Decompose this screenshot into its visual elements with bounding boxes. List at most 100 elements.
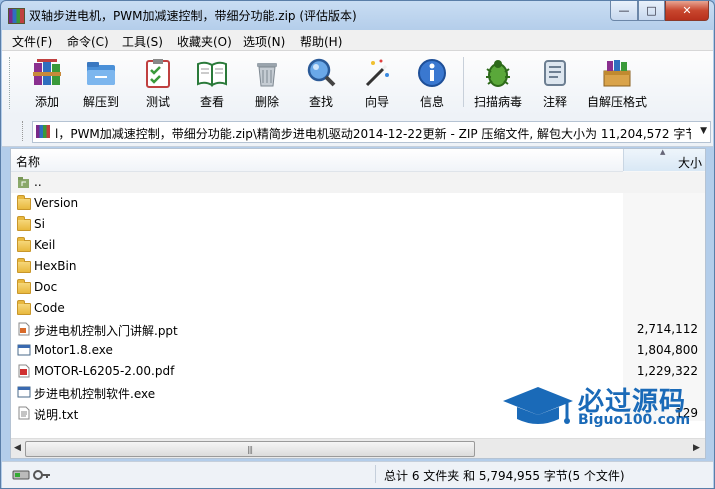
virus-bug-icon: [486, 60, 510, 87]
list-item[interactable]: Motor1.8.exe 1,804,800: [11, 340, 698, 361]
title-bar[interactable]: 双轴步进电机，PWM加减速控制，带细分功能.zip (评估版本) — □ ✕: [1, 1, 714, 29]
minimize-button[interactable]: —: [610, 1, 638, 21]
info-icon: [418, 59, 446, 87]
sort-ascending-icon: ▲: [660, 148, 666, 156]
list-item[interactable]: Doc: [11, 277, 623, 298]
exe-file-icon: [17, 344, 31, 356]
file-size: 2,714,112: [636, 322, 698, 336]
close-button[interactable]: ✕: [665, 1, 709, 21]
horizontal-scrollbar[interactable]: ◀ ||| ▶: [11, 438, 705, 458]
file-name: Version: [34, 196, 79, 210]
column-size-header[interactable]: ▲ 大小: [623, 148, 705, 171]
file-name: Doc: [34, 280, 58, 294]
menu-file[interactable]: 文件(F): [12, 33, 52, 50]
address-bar: l，PWM加减速控制，带细分功能.zip\精简步进电机驱动2014-12-22更…: [2, 116, 713, 147]
file-name: Code: [34, 301, 65, 315]
folder-icon: [17, 237, 31, 252]
scan-virus-button[interactable]: 扫描病毒: [473, 55, 523, 111]
list-item[interactable]: Version: [11, 193, 623, 214]
scroll-thumb[interactable]: |||: [25, 441, 475, 457]
magnifier-icon: [307, 58, 336, 87]
file-name: 步进电机控制入门讲解.ppt: [34, 324, 178, 338]
column-size-label: 大小: [677, 156, 702, 170]
file-name: MOTOR-L6205-2.00.pdf: [34, 364, 175, 378]
file-name: Motor1.8.exe: [34, 343, 113, 357]
menu-bar: 文件(F) 命令(C) 工具(S) 收藏夹(O) 选项(N) 帮助(H): [2, 30, 713, 51]
address-text: l，PWM加减速控制，带细分功能.zip\精简步进电机驱动2014-12-22更…: [55, 127, 691, 141]
wizard-button[interactable]: 向导: [352, 55, 402, 111]
wizard-wand-icon: [365, 59, 389, 87]
folder-icon: [17, 300, 31, 315]
menu-commands[interactable]: 命令(C): [67, 33, 109, 50]
window-controls: — □ ✕: [610, 1, 709, 21]
test-button[interactable]: 测试: [133, 55, 183, 111]
exe-file-icon: [17, 386, 31, 398]
menu-tools[interactable]: 工具(S): [122, 33, 163, 50]
ppt-file-icon: [18, 322, 30, 336]
list-item[interactable]: ..: [11, 172, 705, 193]
address-grip[interactable]: [22, 121, 26, 141]
window-title: 双轴步进电机，PWM加减速控制，带细分功能.zip (评估版本): [29, 9, 357, 23]
parent-folder-icon: [18, 177, 29, 188]
list-item[interactable]: Keil: [11, 235, 623, 256]
folder-icon: [17, 216, 31, 231]
winrar-app-icon: [8, 8, 25, 24]
folder-icon: [17, 195, 31, 210]
status-bar: 总计 6 文件夹 和 5,794,955 字节(5 个文件): [2, 461, 713, 488]
file-name: HexBin: [34, 259, 77, 273]
test-checklist-icon: [146, 59, 170, 88]
scroll-left-icon[interactable]: ◀: [14, 443, 21, 453]
menu-help[interactable]: 帮助(H): [300, 33, 342, 50]
find-button[interactable]: 查找: [296, 55, 346, 111]
list-header: 名称 ▲ 大小: [11, 149, 705, 172]
file-size: 1,229,322: [636, 364, 698, 378]
list-item[interactable]: HexBin: [11, 256, 623, 277]
scroll-grip-icon: |||: [247, 445, 253, 454]
folder-icon: [17, 279, 31, 294]
info-label: 信息: [419, 95, 444, 109]
status-summary: 总计 6 文件夹 和 5,794,955 字节(5 个文件): [384, 469, 625, 483]
file-size: 1,804,800: [636, 343, 698, 357]
add-button[interactable]: 添加: [22, 55, 72, 111]
list-item[interactable]: Si: [11, 214, 623, 235]
info-button[interactable]: 信息: [407, 55, 457, 111]
add-books-icon: [33, 59, 61, 85]
pdf-file-icon: [18, 364, 30, 378]
view-button[interactable]: 查看: [187, 55, 237, 111]
view-book-icon: [197, 61, 227, 87]
column-name-header[interactable]: 名称: [16, 153, 40, 170]
toolbar: 添加 解压到 测试 查看 删除 查找 向导 信息 扫描病毒 注释 自解压格式: [2, 51, 713, 117]
status-separator: [375, 465, 376, 483]
archive-icon: [36, 125, 50, 138]
graduation-cap-icon: [503, 387, 573, 424]
menu-options[interactable]: 选项(N): [243, 33, 285, 50]
list-item[interactable]: 步进电机控制入门讲解.ppt 2,714,112: [11, 319, 698, 340]
sfx-label: 自解压格式: [586, 95, 647, 109]
file-name: 步进电机控制软件.exe: [34, 387, 156, 401]
watermark: 必过源码 Biguo100.com: [501, 381, 711, 441]
trash-icon: [257, 63, 277, 87]
drive-key-icon: [12, 470, 50, 480]
maximize-button[interactable]: □: [638, 1, 665, 21]
sfx-button[interactable]: 自解压格式: [587, 55, 647, 111]
file-name: Si: [34, 217, 45, 231]
list-item[interactable]: MOTOR-L6205-2.00.pdf 1,229,322: [11, 361, 698, 382]
watermark-domain: Biguo100.com: [578, 412, 691, 428]
file-name: ..: [34, 175, 42, 189]
file-name: 说明.txt: [34, 408, 79, 422]
address-dropdown-icon[interactable]: ▼: [700, 126, 707, 136]
comment-label: 注释: [542, 95, 567, 109]
app-window: 双轴步进电机，PWM加减速控制，带细分功能.zip (评估版本) — □ ✕ 文…: [0, 0, 715, 489]
list-item[interactable]: Code: [11, 298, 623, 319]
scroll-right-icon[interactable]: ▶: [693, 443, 700, 453]
sfx-box-icon: [603, 60, 631, 87]
extract-to-button[interactable]: 解压到: [76, 55, 126, 111]
delete-button[interactable]: 删除: [242, 55, 292, 111]
comment-scroll-icon: [544, 60, 566, 86]
txt-file-icon: [18, 406, 30, 420]
comment-button[interactable]: 注释: [530, 55, 580, 111]
file-name: Keil: [34, 238, 56, 252]
menu-favorites[interactable]: 收藏夹(O): [177, 33, 232, 50]
address-field[interactable]: l，PWM加减速控制，带细分功能.zip\精简步进电机驱动2014-12-22更…: [32, 121, 711, 143]
folder-icon: [17, 258, 31, 273]
